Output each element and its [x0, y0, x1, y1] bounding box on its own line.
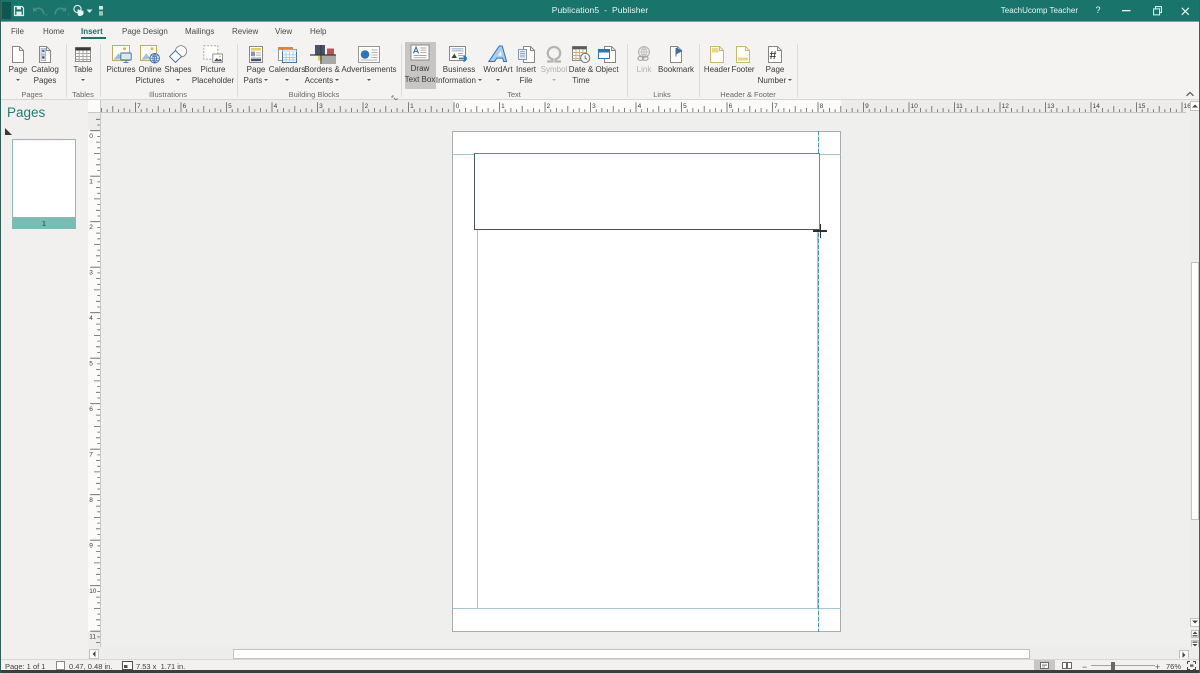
svg-text:0: 0	[456, 103, 460, 110]
svg-text:14: 14	[1093, 103, 1101, 110]
svg-text:0: 0	[89, 133, 93, 140]
svg-text:6: 6	[729, 103, 733, 110]
svg-text:5: 5	[228, 103, 232, 110]
svg-text:8: 8	[89, 497, 93, 504]
svg-text:4: 4	[274, 103, 278, 110]
svg-text:15: 15	[1138, 103, 1146, 110]
svg-text:7: 7	[137, 103, 141, 110]
svg-text:13: 13	[1047, 103, 1055, 110]
svg-text:11: 11	[956, 103, 963, 110]
svg-text:3: 3	[89, 270, 93, 277]
svg-text:1: 1	[410, 103, 414, 110]
svg-text:11: 11	[89, 634, 96, 641]
svg-text:7: 7	[774, 103, 778, 110]
svg-text:1: 1	[501, 103, 505, 110]
svg-text:9: 9	[89, 543, 93, 550]
svg-text:5: 5	[89, 361, 93, 368]
svg-text:3: 3	[592, 103, 596, 110]
svg-text:3: 3	[319, 103, 323, 110]
svg-text:9: 9	[865, 103, 869, 110]
svg-text:2: 2	[89, 224, 93, 231]
svg-text:2: 2	[547, 103, 551, 110]
svg-text:10: 10	[89, 588, 97, 595]
svg-text:12: 12	[1002, 103, 1010, 110]
svg-text:10: 10	[911, 103, 919, 110]
svg-text:6: 6	[89, 406, 93, 413]
svg-text:2: 2	[365, 103, 369, 110]
svg-text:6: 6	[183, 103, 187, 110]
svg-text:8: 8	[820, 103, 824, 110]
svg-text:4: 4	[638, 103, 642, 110]
svg-text:1: 1	[89, 179, 93, 186]
svg-text:7: 7	[89, 452, 93, 459]
svg-text:5: 5	[683, 103, 687, 110]
svg-text:4: 4	[89, 315, 93, 322]
